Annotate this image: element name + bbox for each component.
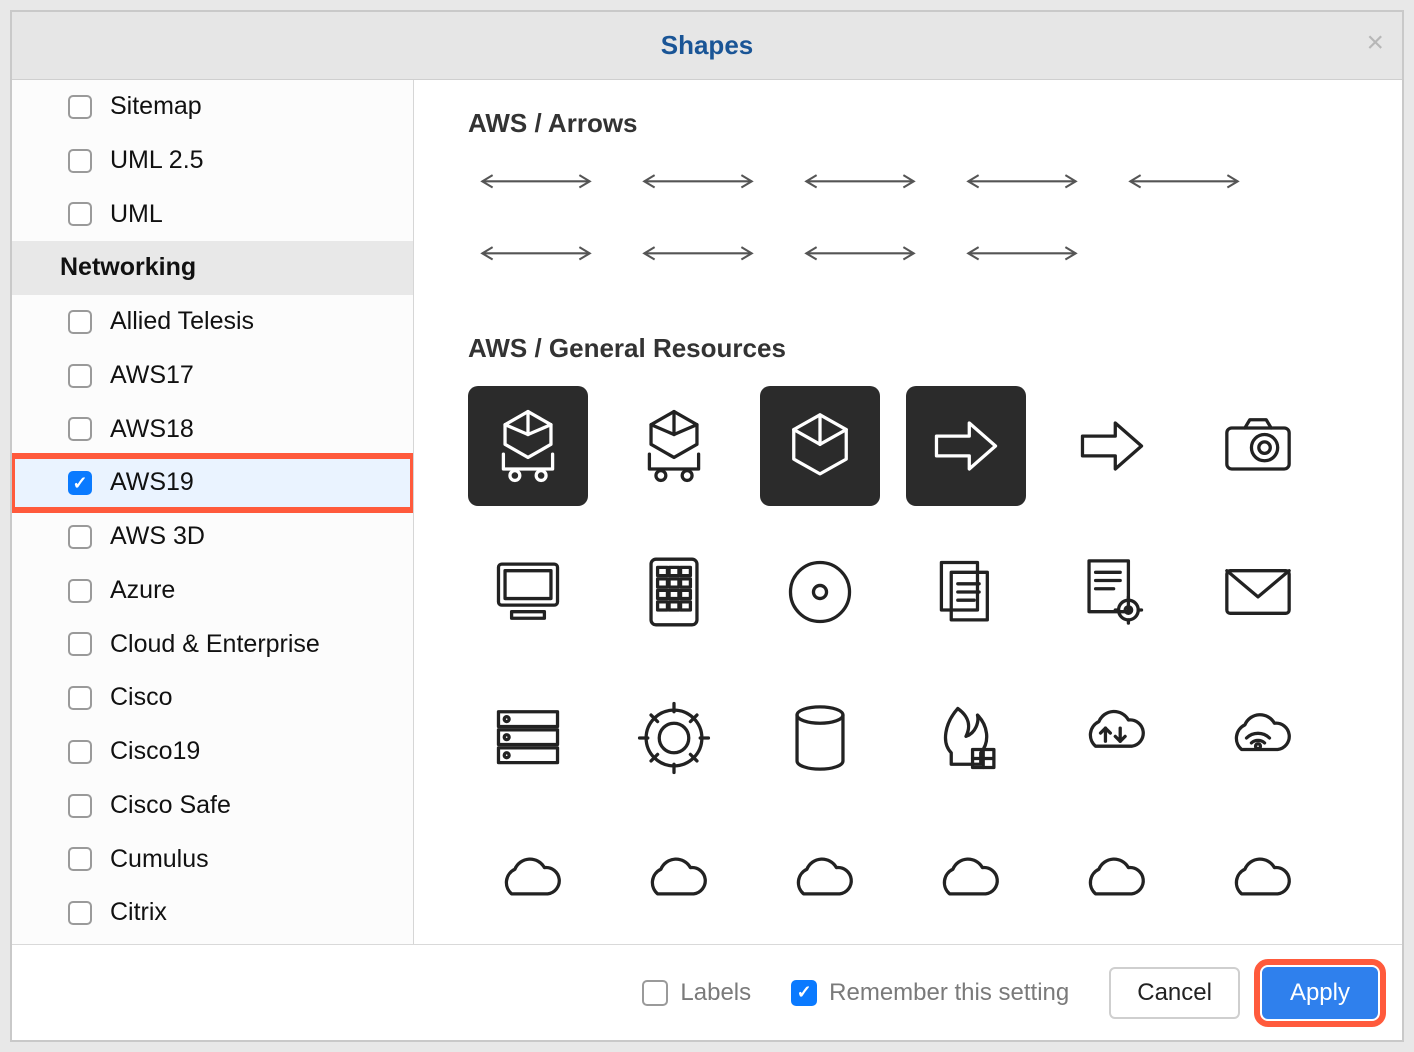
documents-icon[interactable]	[906, 532, 1026, 652]
sidebar-group-networking: Networking	[12, 241, 413, 295]
cloud-b-icon[interactable]	[614, 824, 734, 944]
checkbox-icon[interactable]	[68, 417, 92, 441]
checkbox-icon[interactable]	[68, 310, 92, 334]
server-rack-icon[interactable]	[468, 678, 588, 798]
checkbox-icon[interactable]	[68, 471, 92, 495]
checkbox-icon[interactable]	[68, 525, 92, 549]
double-arrow-small-icon[interactable]	[960, 233, 1084, 273]
envelope-icon[interactable]	[1198, 532, 1318, 652]
general-resources-grid	[468, 386, 1372, 944]
database-icon[interactable]	[760, 678, 880, 798]
double-arrow-med-icon[interactable]	[636, 161, 760, 201]
sidebar-item-citrix[interactable]: Citrix	[12, 886, 413, 940]
close-icon[interactable]: ×	[1366, 28, 1384, 58]
remember-checkbox[interactable]	[791, 980, 817, 1006]
dialog-body: SitemapUML 2.5UML Networking Allied Telesi…	[12, 80, 1402, 944]
sidebar-item-label: Networking	[60, 251, 196, 285]
double-arrow-dashed-icon[interactable]	[474, 233, 598, 273]
remember-option-label: Remember this setting	[829, 979, 1069, 1007]
checkbox-icon[interactable]	[68, 740, 92, 764]
cloud-wifi-icon[interactable]	[1198, 678, 1318, 798]
checkbox-icon[interactable]	[68, 632, 92, 656]
sidebar-item-aws3d[interactable]: AWS 3D	[12, 510, 413, 564]
dialog-titlebar: Shapes ×	[12, 12, 1402, 80]
apply-button[interactable]: Apply	[1262, 967, 1378, 1019]
rack-icon[interactable]	[1052, 824, 1172, 944]
sidebar-item-cisco[interactable]: Cisco	[12, 671, 413, 725]
checkbox-icon[interactable]	[68, 364, 92, 388]
cancel-button[interactable]: Cancel	[1109, 967, 1240, 1019]
remember-option[interactable]: Remember this setting	[791, 979, 1069, 1007]
sidebar-item-sitemap[interactable]: Sitemap	[12, 80, 413, 134]
labels-checkbox[interactable]	[642, 980, 668, 1006]
double-arrow-wide-icon[interactable]	[636, 233, 760, 273]
labels-option-label: Labels	[680, 979, 751, 1007]
disk-icon[interactable]	[760, 532, 880, 652]
double-arrow-thin-icon[interactable]	[1122, 161, 1246, 201]
sidebar-item-label: Cloud & Enterprise	[68, 628, 320, 662]
checkbox-icon[interactable]	[68, 794, 92, 818]
sidebar-item-uml25[interactable]: UML 2.5	[12, 134, 413, 188]
double-arrow-long-icon[interactable]	[474, 161, 598, 201]
phone-icon[interactable]	[1198, 824, 1318, 944]
double-arrow-short-icon[interactable]	[798, 161, 922, 201]
doc-gear-icon[interactable]	[1052, 532, 1172, 652]
sidebar-item-aws18[interactable]: AWS18	[12, 403, 413, 457]
sidebar-item-label: Cisco Safe	[68, 789, 231, 823]
checkbox-icon[interactable]	[68, 95, 92, 119]
cube-dark-icon[interactable]	[760, 386, 880, 506]
checkbox-icon[interactable]	[68, 686, 92, 710]
dialog-title: Shapes	[661, 30, 754, 61]
checkbox-icon[interactable]	[68, 202, 92, 226]
arrow-right-dark-icon[interactable]	[906, 386, 1026, 506]
sidebar-item-cisco19[interactable]: Cisco19	[12, 725, 413, 779]
chip-icon[interactable]	[906, 824, 1026, 944]
sidebar-item-label: Allied Telesis	[68, 305, 254, 339]
sidebar-item-cumulus[interactable]: Cumulus	[12, 833, 413, 887]
arrow-right-light-icon[interactable]	[1052, 386, 1172, 506]
cloud-updown-icon[interactable]	[1052, 678, 1172, 798]
sidebar-item-cloud-enterprise[interactable]: Cloud & Enterprise	[12, 618, 413, 672]
sidebar-item-aws17[interactable]: AWS17	[12, 349, 413, 403]
sidebar-item-cisco-safe[interactable]: Cisco Safe	[12, 779, 413, 833]
double-arrow-thick-icon[interactable]	[960, 161, 1084, 201]
labels-option[interactable]: Labels	[642, 979, 751, 1007]
checkbox-icon[interactable]	[68, 847, 92, 871]
sidebar-item-aws19[interactable]: AWS19	[12, 456, 413, 510]
checkbox-icon[interactable]	[68, 149, 92, 173]
camera-icon[interactable]	[1198, 386, 1318, 506]
checkbox-icon[interactable]	[68, 901, 92, 925]
marketplace-dark-icon[interactable]	[468, 386, 588, 506]
double-arrow-narrow-icon[interactable]	[798, 233, 922, 273]
shapes-dialog: Shapes × SitemapUML 2.5UML Networking Alli…	[10, 10, 1404, 1042]
cloud-a-icon[interactable]	[468, 824, 588, 944]
dialog-footer: Labels Remember this setting Cancel Appl…	[12, 944, 1402, 1040]
section-title-arrows: AWS / Arrows	[468, 108, 1372, 139]
device-icon[interactable]	[760, 824, 880, 944]
arrows-grid	[474, 161, 1372, 273]
checkbox-icon[interactable]	[68, 579, 92, 603]
client-icon[interactable]	[468, 532, 588, 652]
sidebar-item-azure[interactable]: Azure	[12, 564, 413, 618]
shape-preview-panel[interactable]: AWS / Arrows AWS / Gener	[414, 80, 1402, 944]
gear-icon[interactable]	[614, 678, 734, 798]
sidebar-item-allied-telesis[interactable]: Allied Telesis	[12, 295, 413, 349]
firewall-icon[interactable]	[906, 678, 1026, 798]
shape-library-sidebar[interactable]: SitemapUML 2.5UML Networking Allied Telesi…	[12, 80, 414, 944]
sidebar-item-uml[interactable]: UML	[12, 188, 413, 242]
keypad-icon[interactable]	[614, 532, 734, 652]
marketplace-light-icon[interactable]	[614, 386, 734, 506]
section-title-general: AWS / General Resources	[468, 333, 1372, 364]
